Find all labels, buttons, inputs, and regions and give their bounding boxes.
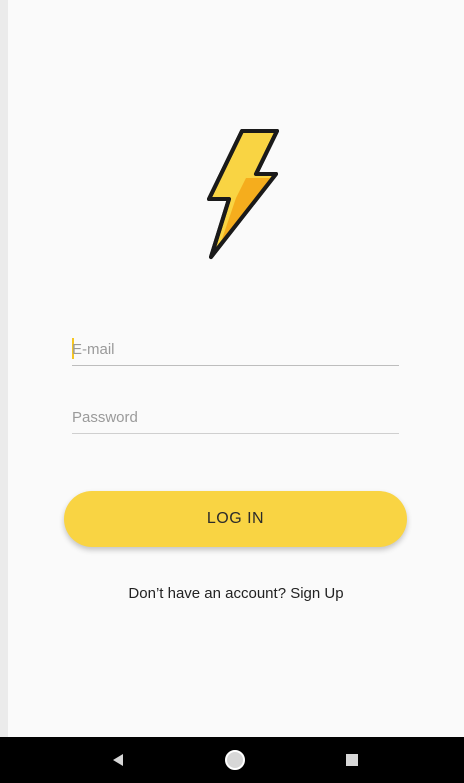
recents-square-icon[interactable] [322, 737, 382, 783]
email-field-container [72, 331, 399, 366]
password-field[interactable] [72, 405, 399, 429]
back-triangle-icon[interactable] [88, 737, 148, 783]
login-button[interactable]: LOG IN [64, 491, 407, 547]
lightning-bolt-icon [191, 124, 291, 264]
password-field-container [72, 399, 399, 434]
system-navigation-bar [0, 737, 464, 783]
email-field[interactable] [72, 337, 399, 361]
login-screen: LOG IN Don’t have an account? Sign Up [8, 0, 464, 737]
signup-link[interactable]: Don’t have an account? Sign Up [8, 585, 464, 602]
home-circle-icon[interactable] [205, 737, 265, 783]
